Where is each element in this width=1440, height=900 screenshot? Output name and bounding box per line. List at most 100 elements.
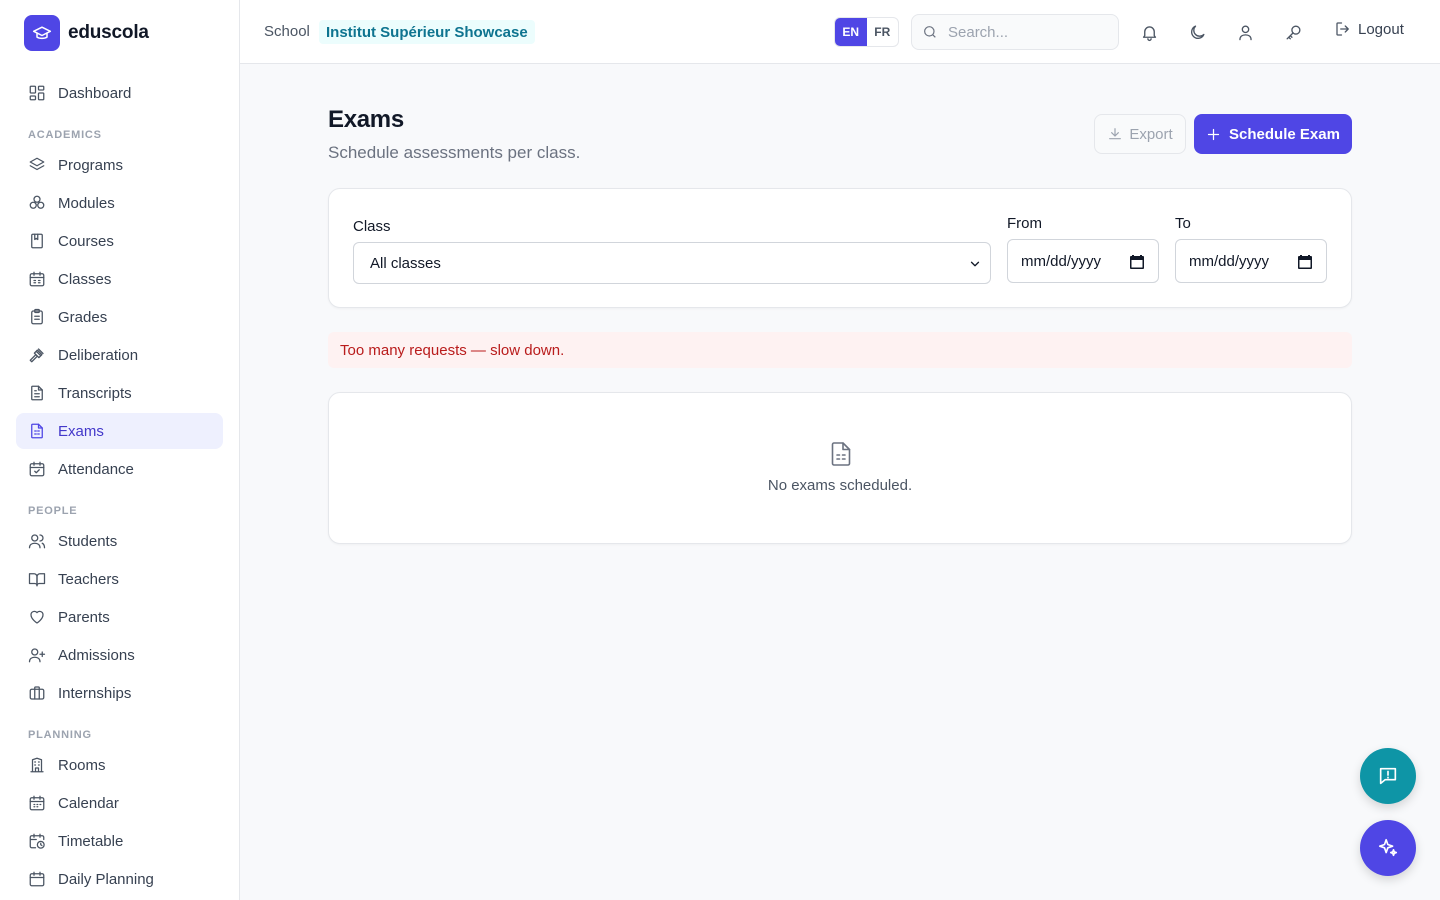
sidebar-item-label: Timetable [58,832,124,850]
sidebar-item-calendar[interactable]: Calendar [16,785,223,821]
sidebar-item-label: Calendar [58,794,119,812]
export-button[interactable]: Export [1094,114,1186,154]
school-name-badge[interactable]: Institut Supérieur Showcase [319,20,535,44]
file-spreadsheet-icon [829,441,853,467]
class-select[interactable]: All classes [353,242,991,284]
gavel-icon [29,348,44,363]
sidebar-item-label: Internships [58,684,132,702]
from-date-input[interactable]: mm/dd/yyyy [1007,239,1159,283]
page-title: Exams [328,106,404,133]
notifications-button[interactable] [1137,20,1161,44]
language-en-button[interactable]: EN [835,18,867,46]
book-icon [31,233,43,249]
sidebar-item-grades[interactable]: Grades [16,299,223,335]
sidebar-section-people: PEOPLE [28,505,78,517]
sidebar-item-dashboard[interactable]: Dashboard [16,75,223,111]
theme-toggle-button[interactable] [1185,20,1209,44]
sidebar-item-modules[interactable]: Modules [16,185,223,221]
calendar-days-icon [29,795,45,811]
sidebar-item-label: Dashboard [58,84,132,102]
logout-button[interactable]: Logout [1334,20,1404,38]
calendar-picker-icon [1298,255,1312,269]
moon-icon [1190,24,1205,39]
to-date-input[interactable]: mm/dd/yyyy [1175,239,1327,283]
search-input[interactable] [948,23,1108,41]
user-plus-icon [28,648,46,663]
sidebar-item-deliberation[interactable]: Deliberation [16,337,223,373]
file-spreadsheet-icon [31,423,43,439]
layers-icon [29,157,45,171]
plus-icon [1207,128,1220,140]
search-box[interactable] [911,14,1119,50]
brand[interactable]: eduscola [24,15,149,51]
calendar-icon [29,271,45,287]
sidebar-item-label: Teachers [58,570,119,588]
empty-state-text: No exams scheduled. [767,477,913,494]
sidebar-nav: Dashboard ACADEMICS Programs Modules Cou… [16,75,223,899]
sidebar: eduscola Dashboard ACADEMICS Programs Mo… [0,0,240,900]
sidebar-item-label: Deliberation [58,346,139,364]
page-subtitle: Schedule assessments per class. [328,143,581,162]
calendar-icon [29,871,45,887]
sidebar-item-transcripts[interactable]: Transcripts [16,375,223,411]
sidebar-item-rooms[interactable]: Rooms [16,747,223,783]
sidebar-item-timetable[interactable]: Timetable [16,823,223,859]
sidebar-item-label: Grades [58,308,108,326]
sidebar-item-teachers[interactable]: Teachers [16,561,223,597]
search-icon [924,26,936,38]
sidebar-item-label: Daily Planning [58,870,154,888]
calendar-check-icon [29,461,45,477]
language-switcher: EN FR [834,17,899,47]
language-fr-button[interactable]: FR [867,18,899,46]
sidebar-item-programs[interactable]: Programs [16,147,223,183]
logout-label: Logout [1358,20,1404,38]
file-text-icon [31,385,43,401]
profile-button[interactable] [1233,20,1257,44]
sidebar-item-internships[interactable]: Internships [16,675,223,711]
calendar-picker-icon [1130,255,1144,269]
sidebar-item-label: Exams [58,422,104,440]
chevron-down-icon [970,261,980,267]
sidebar-item-label: Programs [58,156,124,174]
ai-assistant-button[interactable] [1360,820,1416,876]
error-alert: Too many requests — slow down. [328,332,1352,368]
filters-card: Class All classes From mm/dd/yyyy To mm/… [328,188,1352,308]
school-label: School [264,23,310,40]
sidebar-item-classes[interactable]: Classes [16,261,223,297]
sidebar-item-label: Attendance [58,460,134,478]
class-filter-label: Class [353,218,391,235]
sidebar-item-exams[interactable]: Exams [16,413,223,449]
sidebar-item-courses[interactable]: Courses [16,223,223,259]
feedback-chat-button[interactable] [1360,748,1416,804]
sidebar-item-label: Classes [58,270,112,288]
from-date-label: From [1007,215,1042,232]
sidebar-item-students[interactable]: Students [16,523,223,559]
briefcase-icon [29,686,45,700]
book-open-icon [28,573,46,587]
logout-icon [1336,22,1349,36]
user-icon [1238,24,1252,40]
to-date-value: mm/dd/yyyy [1189,252,1270,270]
top-header: School Institut Supérieur Showcase EN FR… [240,0,1440,64]
sidebar-item-label: Modules [58,194,115,212]
users-icon [28,534,46,549]
sidebar-section-planning: PLANNING [28,729,92,741]
sidebar-item-parents[interactable]: Parents [16,599,223,635]
sidebar-section-academics: ACADEMICS [28,129,102,141]
sidebar-item-daily-planning[interactable]: Daily Planning [16,861,223,897]
password-button[interactable] [1281,20,1305,44]
layout-grid-icon [29,85,45,101]
sparkles-icon [1378,838,1398,857]
schedule-exam-button[interactable]: Schedule Exam [1194,114,1352,154]
class-select-value: All classes [370,254,441,272]
sidebar-item-label: Students [58,532,118,550]
sidebar-item-label: Admissions [58,646,135,664]
message-alert-icon [1379,767,1397,785]
boxes-icon [29,195,45,209]
sidebar-item-admissions[interactable]: Admissions [16,637,223,673]
sidebar-item-label: Transcripts [58,384,132,402]
sidebar-item-label: Parents [58,608,110,626]
calendar-clock-icon [29,833,45,849]
brand-name: eduscola [68,22,149,43]
sidebar-item-attendance[interactable]: Attendance [16,451,223,487]
